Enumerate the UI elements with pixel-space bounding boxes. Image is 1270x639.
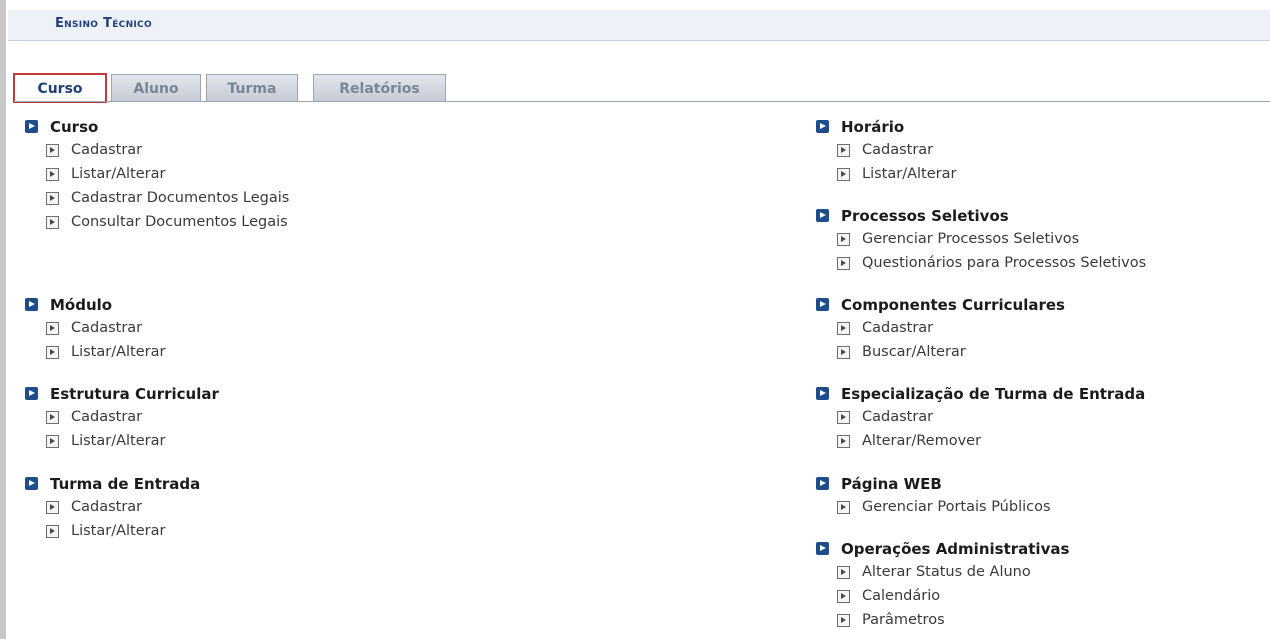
arrow-box-icon xyxy=(837,411,850,424)
tab-relatorios[interactable]: Relatórios xyxy=(313,74,446,101)
arrow-box-icon xyxy=(46,501,59,514)
section-bullet-icon xyxy=(816,542,829,555)
section-title: Turma de Entrada xyxy=(50,475,201,493)
tab-curso[interactable]: Curso xyxy=(13,73,107,103)
arrow-box-icon xyxy=(837,590,850,603)
arrow-box-icon xyxy=(837,566,850,579)
menu-link[interactable]: Alterar/Remover xyxy=(816,429,1145,453)
arrow-box-icon xyxy=(46,168,59,181)
section-bullet-icon xyxy=(25,387,38,400)
section-title: Página WEB xyxy=(841,475,942,493)
section-bullet-icon xyxy=(816,209,829,222)
menu-link[interactable]: Consultar Documentos Legais xyxy=(25,210,289,234)
menu-link[interactable]: Listar/Alterar xyxy=(25,519,200,543)
arrow-box-icon xyxy=(837,435,850,448)
arrow-box-icon xyxy=(46,411,59,424)
menu-link[interactable]: Cadastrar xyxy=(816,138,956,162)
menu-link[interactable]: Listar/Alterar xyxy=(25,429,219,453)
left-edge-border xyxy=(0,0,6,639)
arrow-box-icon xyxy=(837,346,850,359)
arrow-box-icon xyxy=(837,257,850,270)
menu-link[interactable]: Cadastrar xyxy=(816,316,1065,340)
section-title: Módulo xyxy=(50,296,113,314)
section-bullet-icon xyxy=(816,120,829,133)
section-bullet-icon xyxy=(25,120,38,133)
arrow-box-icon xyxy=(46,435,59,448)
arrow-box-icon xyxy=(46,192,59,205)
section-title: Componentes Curriculares xyxy=(841,296,1065,314)
tab-aluno[interactable]: Aluno xyxy=(111,74,201,101)
section-bullet-icon xyxy=(816,298,829,311)
section-componentes-curriculares: Componentes Curriculares Cadastrar Busca… xyxy=(816,294,1065,364)
menu-link[interactable]: Alterar Status de Aluno xyxy=(816,560,1069,584)
menu-link[interactable]: Cadastrar Documentos Legais xyxy=(25,186,289,210)
arrow-box-icon xyxy=(837,168,850,181)
section-title: Especialização de Turma de Entrada xyxy=(841,385,1146,403)
tab-divider xyxy=(14,101,1270,102)
page-title: Ensino Técnico xyxy=(55,16,152,31)
menu-link[interactable]: Listar/Alterar xyxy=(25,162,289,186)
section-turma-de-entrada: Turma de Entrada Cadastrar Listar/Altera… xyxy=(25,473,200,543)
menu-link[interactable]: Gerenciar Portais Públicos xyxy=(816,495,1051,519)
section-title: Horário xyxy=(841,118,905,136)
section-title: Curso xyxy=(50,118,99,136)
page-header: Ensino Técnico xyxy=(8,10,1270,41)
tab-turma[interactable]: Turma xyxy=(206,74,298,101)
section-processos-seletivos: Processos Seletivos Gerenciar Processos … xyxy=(816,205,1146,275)
menu-link[interactable]: Cadastrar xyxy=(25,405,219,429)
menu-link[interactable]: Cadastrar xyxy=(25,138,289,162)
section-pagina-web: Página WEB Gerenciar Portais Públicos xyxy=(816,473,1051,519)
arrow-box-icon xyxy=(46,322,59,335)
menu-link[interactable]: Parâmetros xyxy=(816,608,1069,632)
arrow-box-icon xyxy=(46,525,59,538)
section-curso: Curso Cadastrar Listar/Alterar Cadastrar… xyxy=(25,116,289,234)
menu-link[interactable]: Gerenciar Processos Seletivos xyxy=(816,227,1146,251)
section-estrutura-curricular: Estrutura Curricular Cadastrar Listar/Al… xyxy=(25,383,219,453)
menu-link[interactable]: Calendário xyxy=(816,584,1069,608)
section-bullet-icon xyxy=(816,477,829,490)
section-operacoes-administrativas: Operações Administrativas Alterar Status… xyxy=(816,538,1069,632)
arrow-box-icon xyxy=(46,144,59,157)
arrow-box-icon xyxy=(837,144,850,157)
arrow-box-icon xyxy=(837,501,850,514)
section-title: Estrutura Curricular xyxy=(50,385,219,403)
section-bullet-icon xyxy=(816,387,829,400)
menu-link[interactable]: Cadastrar xyxy=(25,495,200,519)
section-title: Operações Administrativas xyxy=(841,540,1070,558)
menu-link[interactable]: Buscar/Alterar xyxy=(816,340,1065,364)
arrow-box-icon xyxy=(837,233,850,246)
section-especializacao: Especialização de Turma de Entrada Cadas… xyxy=(816,383,1145,453)
menu-link[interactable]: Questionários para Processos Seletivos xyxy=(816,251,1146,275)
section-bullet-icon xyxy=(25,477,38,490)
section-bullet-icon xyxy=(25,298,38,311)
section-horario: Horário Cadastrar Listar/Alterar xyxy=(816,116,956,186)
menu-link[interactable]: Listar/Alterar xyxy=(816,162,956,186)
arrow-box-icon xyxy=(837,614,850,627)
menu-link[interactable]: Cadastrar xyxy=(25,316,165,340)
section-title: Processos Seletivos xyxy=(841,207,1009,225)
menu-link[interactable]: Cadastrar xyxy=(816,405,1145,429)
arrow-box-icon xyxy=(837,322,850,335)
arrow-box-icon xyxy=(46,216,59,229)
arrow-box-icon xyxy=(46,346,59,359)
section-modulo: Módulo Cadastrar Listar/Alterar xyxy=(25,294,165,364)
menu-link[interactable]: Listar/Alterar xyxy=(25,340,165,364)
